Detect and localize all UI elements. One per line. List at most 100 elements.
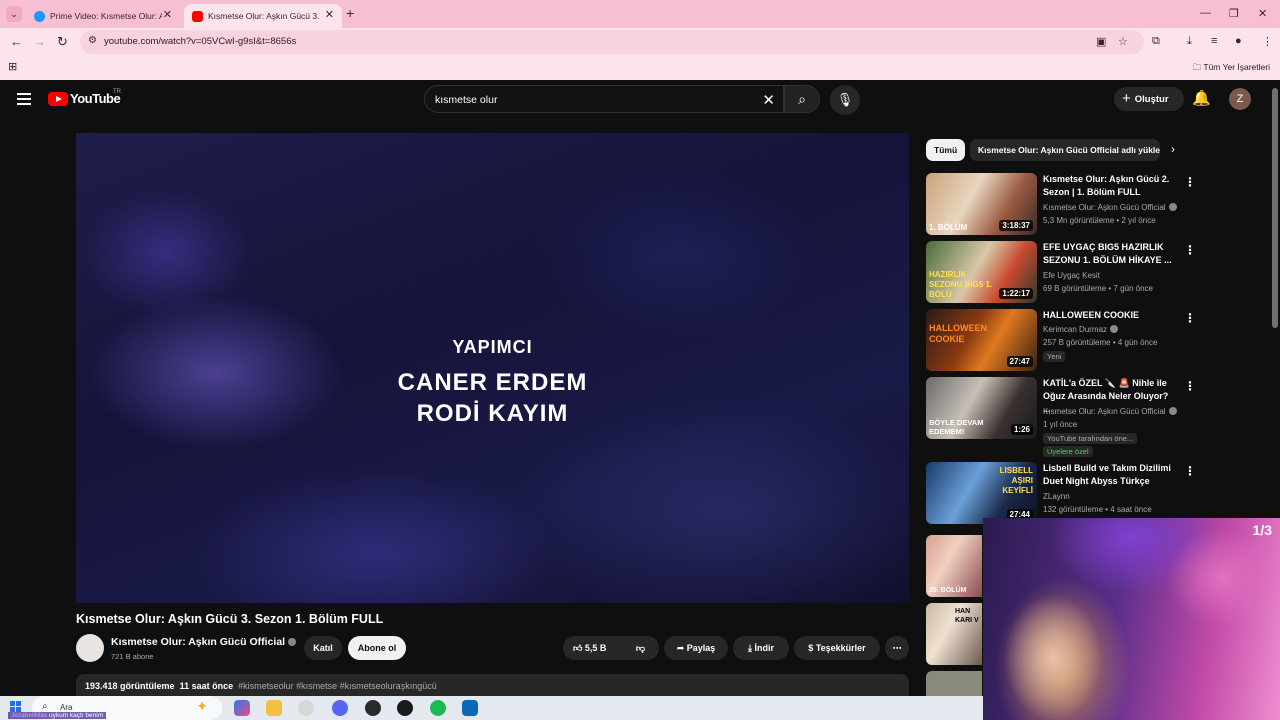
chrome-icon[interactable] — [298, 700, 314, 716]
close-tab-icon[interactable]: ✕ — [163, 8, 172, 21]
video-duration: 1:22:17 — [999, 288, 1033, 299]
minimize-icon[interactable]: — — [1200, 7, 1211, 19]
thumbnail-text: HALLOWEEN COOKIE — [929, 323, 987, 344]
extensions-icon[interactable]: ⧉ — [1152, 35, 1160, 48]
store-icon[interactable] — [462, 700, 478, 716]
apps-grid-icon[interactable]: ⊞ — [8, 60, 17, 73]
sparkle-icon: ✦ — [196, 698, 208, 714]
recommendation-channel: ZLaynn — [1043, 492, 1070, 501]
video-thumbnail[interactable]: 1. BÖLÜM 3:18:37 — [926, 173, 1037, 235]
create-button[interactable]: + Oluştur — [1114, 87, 1184, 111]
chip-channel-uploads[interactable]: Kısmetse Olur: Aşkın Gücü Official adlı … — [970, 139, 1160, 161]
channel-avatar[interactable] — [76, 634, 104, 662]
thumbs-down-icon[interactable]: 👎︎ — [636, 636, 645, 660]
recommendation-item[interactable]: HAZIRLIK SEZONU BIG5 1. BÖLÜ 1:22:17 EFE… — [926, 241, 1206, 305]
thumbnail-text: HAZIRLIK SEZONU BIG5 1. BÖLÜ — [929, 270, 993, 299]
chip-all[interactable]: Tümü — [926, 139, 966, 161]
youtube-logo-icon[interactable] — [48, 92, 68, 106]
back-icon[interactable]: ← — [10, 34, 23, 49]
recommendation-item[interactable]: 1. BÖLÜM 3:18:37 Kısmetse Olur: Aşkın Gü… — [926, 173, 1206, 237]
all-bookmarks-link[interactable]: 🗀 Tüm Yer İşaretleri — [1193, 62, 1270, 76]
install-app-icon[interactable]: ▣ — [1096, 35, 1106, 48]
new-badge: Yeni — [1043, 351, 1066, 362]
notifications-bell-icon[interactable]: 🔔 — [1192, 89, 1211, 107]
video-thumbnail[interactable] — [926, 671, 982, 696]
search-icon[interactable]: ⌕ — [784, 85, 820, 113]
tab-prime-video[interactable]: Prime Video: Kısmetse Olur: Aşk ✕ — [26, 4, 180, 28]
download-button[interactable]: ⤓ İndir — [733, 636, 789, 660]
video-player[interactable]: YAPIMCI CANER ERDEM RODİ KAYIM — [76, 133, 909, 603]
browser-toolbar: ← → ↻ ⚙ youtube.com/watch?v=05VCwI-g9sI&… — [0, 28, 1280, 56]
recommendation-item[interactable]: LISBELL AŞIRI KEYİFLİ 27:44 Lisbell Buil… — [926, 462, 1206, 526]
browser-menu-icon[interactable]: ⋮ — [1262, 35, 1273, 48]
recommendation-item[interactable]: HALLOWEEN COOKIE 27:47 HALLOWEEN COOKIE … — [926, 309, 1206, 373]
featured-badge: YouTube tarafından öne... — [1043, 433, 1138, 444]
description-meta: 193.418 görüntüleme 11 saat önce #kismet… — [85, 681, 437, 691]
share-button[interactable]: ➦ Paylaş — [664, 636, 728, 660]
more-actions-icon[interactable]: ⋯ — [885, 636, 909, 660]
more-options-icon[interactable]: ⋮ — [1184, 175, 1196, 189]
url-text: youtube.com/watch?v=05VCwI-g9sI&t=8656s — [104, 36, 297, 47]
app-icon[interactable] — [365, 700, 381, 716]
chevron-right-icon[interactable]: › — [1171, 142, 1175, 156]
obs-icon[interactable] — [397, 700, 413, 716]
close-window-icon[interactable]: ✕ — [1258, 7, 1267, 20]
forward-icon[interactable]: → — [33, 34, 46, 49]
thanks-label: Teşekkürler — [815, 643, 866, 653]
create-label: Oluştur — [1134, 94, 1169, 105]
webcam-overlay: 1/3 — [983, 518, 1280, 720]
bookmark-star-icon[interactable]: ☆ — [1118, 35, 1128, 48]
more-options-icon[interactable]: ⋮ — [1184, 379, 1196, 393]
video-thumbnail[interactable]: 29. BÖLÜM — [926, 535, 982, 597]
plus-icon: + — [1122, 90, 1131, 107]
more-options-icon[interactable]: ⋮ — [1184, 311, 1196, 325]
downloads-icon[interactable]: ⤓ — [1187, 35, 1192, 48]
channel-name[interactable]: Kısmetse Olur: Aşkın Gücü Official — [111, 636, 297, 648]
file-explorer-icon[interactable] — [266, 700, 282, 716]
site-info-icon[interactable]: ⚙ — [88, 35, 97, 46]
recommendation-title: Lisbell Build ve Takım Dizilimi Duet Nig… — [1043, 463, 1171, 486]
video-thumbnail[interactable]: HALLOWEEN COOKIE 27:47 — [926, 309, 1037, 371]
hashtags[interactable]: #kismetseolur #kısmetse #kısmetseoluraşk… — [238, 681, 437, 691]
recommendation-meta: 132 görüntüleme • 4 saat önce — [1043, 505, 1152, 514]
restore-icon[interactable]: ❐ — [1229, 7, 1239, 20]
video-thumbnail[interactable]: LISBELL AŞIRI KEYİFLİ 27:44 — [926, 462, 1037, 524]
subscribe-button[interactable]: Abone ol — [348, 636, 406, 660]
more-options-icon[interactable]: ⋮ — [1184, 464, 1196, 478]
tab-youtube[interactable]: Kısmetse Olur: Aşkın Gücü 3. Se ✕ — [184, 4, 342, 28]
spotify-icon[interactable] — [430, 700, 446, 716]
recommendation-meta: 1 yıl önce — [1043, 420, 1078, 429]
profile-icon[interactable]: ● — [1235, 35, 1242, 47]
media-control-icon[interactable]: ≡ — [1211, 35, 1217, 47]
video-duration: 3:18:37 — [999, 220, 1033, 231]
close-tab-icon[interactable]: ✕ — [325, 8, 334, 21]
join-button[interactable]: Katıl — [304, 636, 342, 660]
thanks-icon: $ — [808, 643, 816, 653]
video-thumbnail[interactable]: BÖYLE DEVAM EDEMEM! 1:26 — [926, 377, 1037, 439]
avatar[interactable]: Z — [1229, 88, 1251, 110]
reload-icon[interactable]: ↻ — [57, 34, 68, 50]
tab-search-button[interactable]: ⌄ — [6, 6, 22, 22]
new-tab-button[interactable]: + — [346, 5, 354, 21]
recommendation-channel-text: Kısmetse Olur: Aşkın Gücü Official — [1043, 407, 1166, 416]
video-thumbnail[interactable]: HAZIRLIK SEZONU BIG5 1. BÖLÜ 1:22:17 — [926, 241, 1037, 303]
verified-icon — [1110, 325, 1119, 333]
recommendation-title: EFE UYGAÇ BIG5 HAZIRLIK SEZONU 1. BÖLÜM … — [1043, 242, 1172, 265]
thanks-button[interactable]: $ Teşekkürler — [794, 636, 880, 660]
page-scrollbar[interactable] — [1272, 88, 1278, 328]
more-options-icon[interactable]: ⋮ — [1184, 243, 1196, 257]
channel-name-text: Kısmetse Olur: Aşkın Gücü Official — [111, 636, 286, 648]
recommendation-item[interactable]: BÖYLE DEVAM EDEMEM! 1:26 KATİL'a ÖZEL 🔪 … — [926, 377, 1206, 457]
youtube-favicon-icon — [192, 10, 203, 22]
microphone-icon[interactable]: 🎙 — [830, 85, 860, 115]
clear-search-icon[interactable]: ✕ — [762, 91, 775, 109]
search-input[interactable]: kısmetse olur ✕ — [424, 85, 784, 113]
view-count: 193.418 görüntüleme — [85, 681, 175, 691]
hamburger-menu-icon[interactable] — [17, 93, 31, 105]
like-button[interactable]: 👍︎ 5,5 B — [573, 643, 606, 653]
address-bar[interactable]: ⚙ youtube.com/watch?v=05VCwI-g9sI&t=8656… — [80, 30, 1144, 54]
copilot-icon[interactable] — [234, 700, 250, 716]
video-thumbnail[interactable]: HAN KARI V — [926, 603, 982, 665]
discord-icon[interactable] — [332, 700, 348, 716]
thumbnail-text: BÖYLE DEVAM EDEMEM! — [929, 418, 984, 436]
